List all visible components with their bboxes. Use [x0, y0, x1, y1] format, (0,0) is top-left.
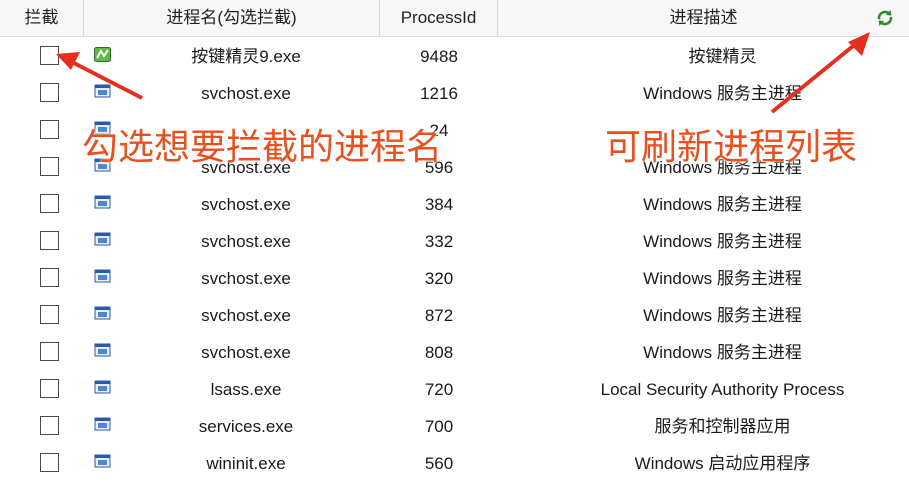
table-row[interactable]: svchost.exe 384 Windows 服务主进程 [0, 186, 909, 223]
header-description[interactable]: 进程描述 [498, 0, 909, 36]
header-block[interactable]: 拦截 [0, 0, 84, 36]
process-id: 560 [424, 454, 454, 473]
table-row[interactable]: svchost.exe 872 Windows 服务主进程 [0, 297, 909, 334]
process-name: svchost.exe [201, 269, 291, 288]
table-row[interactable]: wininit.exe 560 Windows 启动应用程序 [0, 445, 909, 482]
table-row[interactable]: 按键精灵9.exe 9488 按键精灵 [0, 38, 909, 75]
annotation-refresh-list: 可刷新进程列表 [605, 126, 858, 167]
table-row[interactable]: svchost.exe 320 Windows 服务主进程 [0, 260, 909, 297]
process-name: 按键精灵9.exe [191, 47, 301, 66]
window-icon [94, 84, 111, 98]
process-description: Windows 服务主进程 [643, 343, 802, 362]
process-id: 384 [424, 195, 454, 214]
window-icon [94, 306, 111, 320]
process-name: wininit.exe [206, 454, 286, 473]
window-icon [94, 417, 111, 431]
window-icon [94, 380, 111, 394]
process-list: 按键精灵9.exe 9488 按键精灵 svchost.exe 1216 Windows … [0, 38, 909, 482]
process-description: 按键精灵 [688, 47, 757, 66]
process-name: services.exe [198, 417, 294, 436]
process-name: svchost.exe [201, 232, 291, 251]
process-description: Windows 服务主进程 [643, 306, 802, 325]
process-id: 320 [424, 269, 454, 288]
block-checkbox[interactable] [40, 120, 59, 139]
block-checkbox[interactable] [40, 416, 59, 435]
block-checkbox[interactable] [40, 453, 59, 472]
header-process-name[interactable]: 进程名(勾选拦截) [84, 0, 380, 36]
refresh-icon[interactable] [875, 8, 895, 28]
block-checkbox[interactable] [40, 194, 59, 213]
block-checkbox[interactable] [40, 342, 59, 361]
block-checkbox[interactable] [40, 305, 59, 324]
process-name: svchost.exe [201, 306, 291, 325]
block-checkbox[interactable] [40, 379, 59, 398]
window-icon [94, 269, 111, 283]
process-name: lsass.exe [210, 380, 282, 399]
process-id: 700 [424, 417, 454, 436]
process-id: 332 [424, 232, 454, 251]
table-row[interactable]: svchost.exe 808 Windows 服务主进程 [0, 334, 909, 371]
window-icon [94, 195, 111, 209]
process-description: Windows 服务主进程 [643, 195, 802, 214]
window-icon [94, 343, 111, 357]
process-id: 720 [424, 380, 454, 399]
process-description: Local Security Authority Process [600, 380, 845, 399]
process-id: 872 [424, 306, 454, 325]
header-process-id[interactable]: ProcessId [380, 0, 498, 36]
annotation-select-process: 勾选想要拦截的进程名 [82, 126, 443, 167]
window-icon [94, 454, 111, 468]
process-id: 808 [424, 343, 454, 362]
app-green-icon [94, 47, 111, 62]
window-icon [94, 232, 111, 246]
process-description: Windows 服务主进程 [643, 269, 802, 288]
table-row[interactable]: lsass.exe 720 Local Security Authority Pro… [0, 371, 909, 408]
table-row[interactable]: svchost.exe 332 Windows 服务主进程 [0, 223, 909, 260]
process-name: svchost.exe [201, 343, 291, 362]
block-checkbox[interactable] [40, 268, 59, 287]
process-description: Windows 服务主进程 [643, 84, 802, 103]
block-checkbox[interactable] [40, 83, 59, 102]
table-row[interactable]: services.exe 700 服务和控制器应用 [0, 408, 909, 445]
table-header: 拦截 进程名(勾选拦截) ProcessId 进程描述 [0, 0, 909, 37]
block-checkbox[interactable] [40, 231, 59, 250]
process-id: 1216 [420, 84, 458, 103]
process-name: svchost.exe [201, 84, 291, 103]
block-checkbox[interactable] [40, 157, 59, 176]
process-name: svchost.exe [201, 195, 291, 214]
process-description: 服务和控制器应用 [654, 417, 791, 436]
process-description: Windows 服务主进程 [643, 232, 802, 251]
process-id: 9488 [420, 47, 458, 66]
process-description: Windows 启动应用程序 [634, 454, 811, 473]
table-row[interactable]: svchost.exe 1216 Windows 服务主进程 [0, 75, 909, 112]
block-checkbox[interactable] [40, 46, 59, 65]
